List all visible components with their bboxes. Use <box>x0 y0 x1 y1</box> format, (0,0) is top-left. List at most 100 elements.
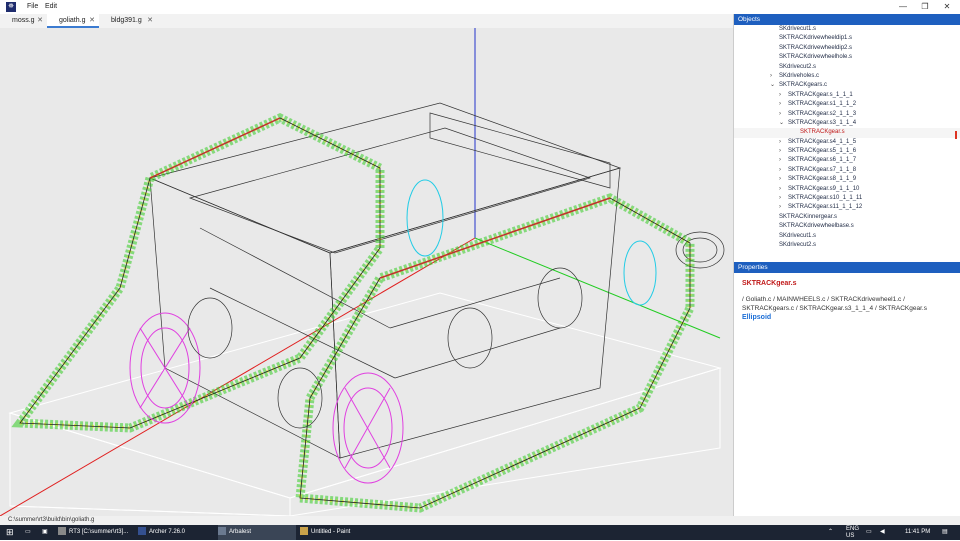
chevron-right-icon[interactable]: › <box>770 72 772 81</box>
tree-item-label: SKTRACKgears.c <box>779 82 828 89</box>
taskbar-arbalest[interactable]: Arbalest <box>218 525 296 540</box>
object-path: / Goliath.c / MAINWHEELS.c / SKTRACKdriv… <box>742 296 927 312</box>
tab-label: bldg391.g <box>111 17 142 24</box>
3d-viewport[interactable] <box>0 28 733 516</box>
tree-item[interactable]: SKdrivecut1.s <box>734 232 960 241</box>
properties-panel: Properties SKTRACKgear.s / Goliath.c / M… <box>733 262 960 516</box>
taskbar-label: RT3 [C:\summer\rt3]... <box>69 529 129 535</box>
taskbar: ⊞ ▭ ▣ RT3 [C:\summer\rt3]... Archer 7.26… <box>0 525 960 540</box>
tree-item-expandable[interactable]: › SKTRACKgear.s6_1_1_7 <box>734 156 960 165</box>
tree-item-label: SKTRACKgear.s3_1_1_4 <box>788 119 857 126</box>
chevron-right-icon[interactable]: › <box>779 147 781 156</box>
tree-item-label: SKTRACKgear.s7_1_1_8 <box>788 166 857 173</box>
tree-item-expanded[interactable]: ⌄ SKTRACKgear.s3_1_1_4 <box>734 119 960 128</box>
tree-item-expandable[interactable]: › SKTRACKgear.s5_1_1_6 <box>734 147 960 156</box>
tree-item-label: SKTRACKgear.s2_1_1_3 <box>788 110 857 117</box>
arbalest-icon <box>218 527 226 536</box>
menu-edit[interactable]: Edit <box>45 3 57 10</box>
close-tab-icon[interactable]: ✕ <box>89 14 95 28</box>
app-logo-icon: ⛯ <box>6 2 16 12</box>
maximize-button[interactable]: ❐ <box>915 1 935 13</box>
archer-icon <box>138 527 146 536</box>
wireframe-render <box>0 28 725 516</box>
tree-item[interactable]: SKTRACKinnergear.s <box>734 213 960 222</box>
tree-item-expandable[interactable]: › SKTRACKgear.s11_1_1_12 <box>734 203 960 212</box>
tree-item-expandable[interactable]: › SKTRACKgear.s10_1_1_11 <box>734 194 960 203</box>
notifications-icon[interactable]: ▤ <box>942 525 952 540</box>
close-tab-icon[interactable]: ✕ <box>147 14 153 28</box>
road-wheels <box>187 267 583 429</box>
chevron-right-icon[interactable]: › <box>779 156 781 165</box>
tree-item[interactable]: SKdrivecut1.s <box>734 25 960 34</box>
clock[interactable]: 11:41 PM <box>905 525 935 540</box>
properties-header: Properties <box>734 262 960 273</box>
object-type: Ellipsoid <box>742 314 772 321</box>
tree-item[interactable]: SKdrivecut2.s <box>734 63 960 72</box>
tree-item-expandable[interactable]: › SKTRACKgear.s8_1_1_9 <box>734 175 960 184</box>
language-indicator[interactable]: ENG US <box>846 525 862 541</box>
chevron-right-icon[interactable]: › <box>779 194 781 203</box>
tree-item[interactable]: SKTRACKdrivewheelbase.s <box>734 222 960 231</box>
tab-bldg391[interactable]: bldg391.g ✕ <box>99 14 157 28</box>
tree-item[interactable]: SKTRACKdrivewheelhole.s <box>734 53 960 62</box>
chevron-right-icon[interactable]: › <box>779 138 781 147</box>
tree-item-label: SKTRACKgear.s8_1_1_9 <box>788 176 857 183</box>
chevron-right-icon[interactable]: › <box>779 100 781 109</box>
start-windows-icon[interactable]: ⊞ <box>6 525 18 540</box>
right-track <box>149 117 695 513</box>
tree-item-label: SKTRACKgear.s5_1_1_6 <box>788 148 857 155</box>
tree-item[interactable]: SKdrivecut2.s <box>734 241 960 250</box>
chevron-right-icon[interactable]: › <box>779 91 781 100</box>
volume-icon[interactable]: ◀ <box>880 525 890 540</box>
taskbar-archer[interactable]: Archer 7.26.0 <box>138 525 214 540</box>
tree-item[interactable]: SKTRACKdrivewheeldip2.s <box>734 44 960 53</box>
tree-item-expandable[interactable]: › SKTRACKgear.s9_1_1_10 <box>734 185 960 194</box>
menu-file[interactable]: File <box>27 3 38 10</box>
app-icon[interactable]: ▣ <box>42 525 54 540</box>
chevron-right-icon[interactable]: › <box>779 110 781 119</box>
tree-item-label: SKTRACKgear.s_1_1_1 <box>788 91 853 98</box>
objects-header: Objects <box>734 14 960 25</box>
chevron-right-icon[interactable]: › <box>779 175 781 184</box>
selection-scroll-marker <box>955 131 957 139</box>
tab-moss[interactable]: moss.g ✕ <box>0 14 47 28</box>
tree-item[interactable]: SKTRACKdrivewheeldip1.s <box>734 34 960 43</box>
chevron-right-icon[interactable]: › <box>779 166 781 175</box>
left-track <box>11 113 385 433</box>
chevron-right-icon[interactable]: › <box>779 203 781 212</box>
tree-item-expandable[interactable]: › SKTRACKgear.s4_1_1_5 <box>734 138 960 147</box>
taskbar-label: Untitled - Paint <box>311 529 351 535</box>
tab-goliath[interactable]: goliath.g ✕ <box>47 14 99 28</box>
chevron-down-icon[interactable]: ⌄ <box>779 119 784 128</box>
paint-icon <box>300 527 308 536</box>
object-tree[interactable]: SKdrivecut1.s SKTRACKdrivewheeldip1.s SK… <box>734 25 960 250</box>
minimize-button[interactable]: — <box>893 1 913 13</box>
tree-item-selected[interactable]: SKTRACKgear.s <box>734 128 960 138</box>
taskbar-rt3[interactable]: RT3 [C:\summer\rt3]... <box>58 525 132 540</box>
tree-item-label: SKdriveholes.c <box>779 72 820 79</box>
tree-item-label: SKTRACKgear.s11_1_1_12 <box>788 204 863 211</box>
tree-item-expandable[interactable]: › SKTRACKgear.s2_1_1_3 <box>734 110 960 119</box>
terminal-icon <box>58 527 66 536</box>
tree-item-expanded[interactable]: ⌄ SKTRACKgears.c <box>734 81 960 90</box>
chevron-down-icon[interactable]: ⌄ <box>770 81 775 90</box>
tree-item-label: SKTRACKgear.s10_1_1_11 <box>788 195 863 202</box>
network-icon[interactable]: ▭ <box>866 525 876 540</box>
close-window-button[interactable]: ✕ <box>937 1 957 13</box>
close-tab-icon[interactable]: ✕ <box>37 14 43 28</box>
tree-item-expandable[interactable]: › SKdriveholes.c <box>734 72 960 81</box>
tree-item-expandable[interactable]: › SKTRACKgear.s_1_1_1 <box>734 91 960 100</box>
drive-wheels <box>129 312 404 484</box>
tab-label: goliath.g <box>59 17 86 24</box>
taskbar-paint[interactable]: Untitled - Paint <box>300 525 380 540</box>
taskbar-label: Arbalest <box>229 529 252 535</box>
tree-item-label: SKTRACKgear.s1_1_1_2 <box>788 101 857 108</box>
chevron-right-icon[interactable]: › <box>779 185 781 194</box>
tree-item-label: SKTRACKgear.s4_1_1_5 <box>788 138 857 145</box>
status-bar: C:\summer\rt3\build\bin\goliath.g <box>0 516 733 525</box>
tree-item-expandable[interactable]: › SKTRACKgear.s7_1_1_8 <box>734 166 960 175</box>
x-axis-line <box>0 237 476 516</box>
tray-up-chevron-icon[interactable]: ⌃ <box>828 525 838 540</box>
file-explorer-icon[interactable]: ▭ <box>25 525 37 540</box>
tree-item-expandable[interactable]: › SKTRACKgear.s1_1_1_2 <box>734 100 960 109</box>
